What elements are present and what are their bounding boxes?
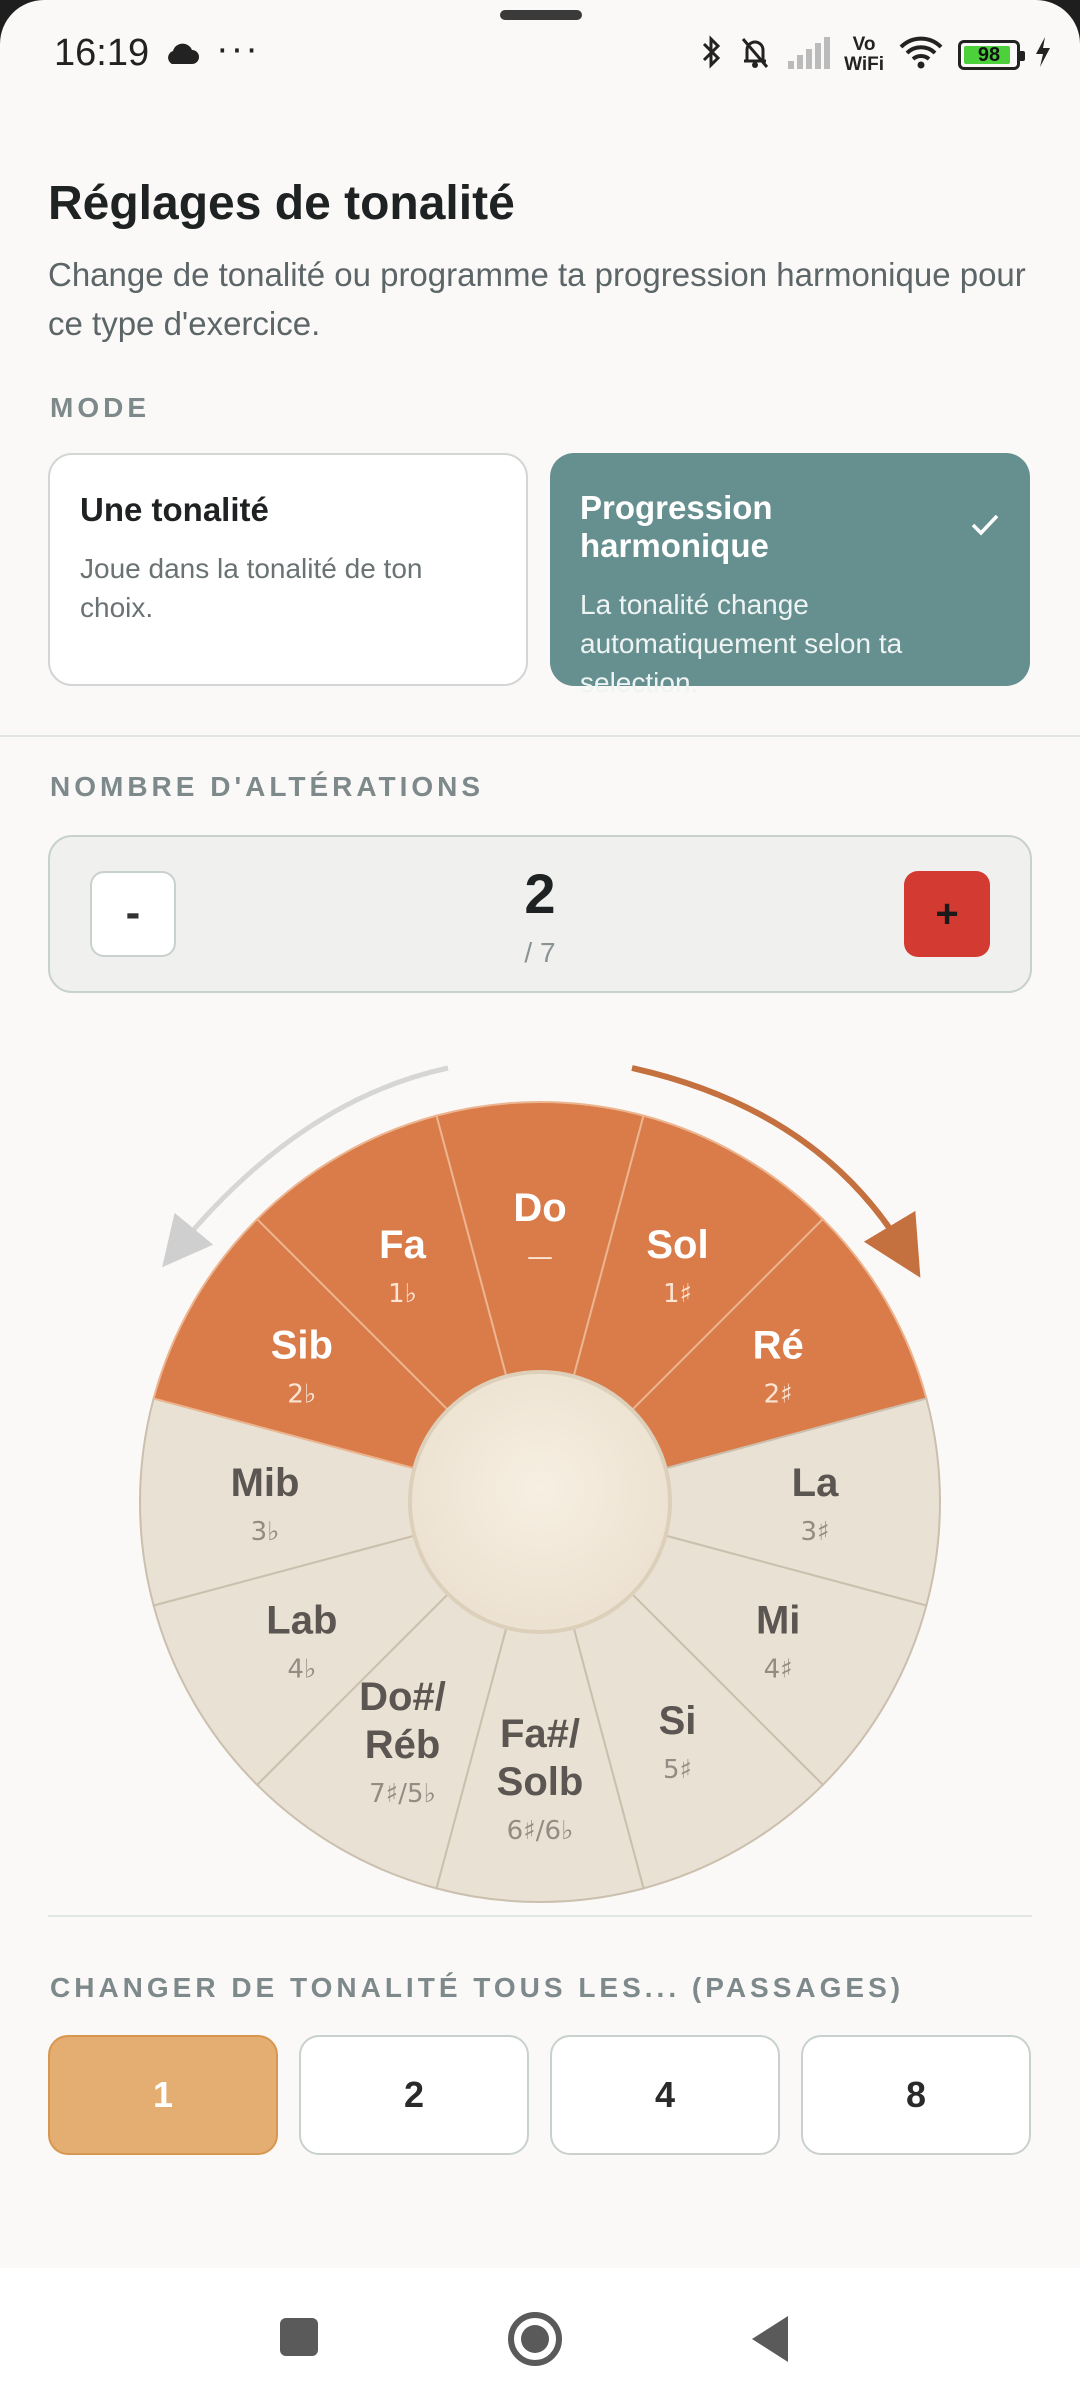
mode-option-single-key[interactable]: Une tonalité Joue dans la tonalité de to… — [48, 453, 528, 686]
frequency-option-2[interactable]: 2 — [299, 2035, 529, 2155]
mode-label: MODE — [50, 392, 150, 423]
overflow-dots: ··· — [216, 28, 260, 70]
divider — [48, 1915, 1032, 1917]
signal-icon — [786, 35, 831, 74]
charging-bolt-icon — [1034, 36, 1052, 73]
alterations-stepper: - 2 / 7 + — [48, 835, 1032, 993]
key-accidentals: 1♭ — [388, 1279, 417, 1309]
frequency-option-8[interactable]: 8 — [801, 2035, 1031, 2155]
bell-muted-icon — [738, 34, 772, 75]
status-icons: Vo WiFi 98 — [700, 34, 1052, 75]
key-accidentals: 6♯/6♭ — [507, 1816, 574, 1846]
page-subtitle: Change de tonalité ou programme ta progr… — [48, 256, 1026, 342]
alterations-max: / 7 — [524, 937, 556, 968]
key-name: Mi — [756, 1599, 800, 1643]
key-name: Fa#/ — [500, 1712, 580, 1756]
mode-option-title: Une tonalité — [80, 491, 269, 528]
key-name: Fa — [379, 1223, 426, 1267]
mode-option-progression[interactable]: Progression harmonique La tonalité chang… — [550, 453, 1030, 698]
mode-option-title: Progression harmonique — [580, 489, 773, 564]
key-name: Mib — [231, 1461, 300, 1505]
page-title: Réglages de tonalité — [48, 177, 515, 230]
check-icon — [970, 508, 1000, 546]
key-name: Sib — [271, 1324, 333, 1368]
circle-of-fifths: Do — Sol 1♯ Ré 2♯ La 3♯ Mi 4♯ Si 5♯ Fa#/Solb 6♯/6♭ Do#… — [139, 1065, 941, 1903]
key-name: La — [792, 1461, 839, 1505]
back-button-icon[interactable] — [748, 2314, 792, 2369]
mode-option-description: Joue dans la tonalité de ton choix. — [80, 553, 423, 623]
mode-option-description: La tonalité change automatiquement selon… — [580, 589, 903, 698]
alterations-label: NOMBRE D'ALTÉRATIONS — [50, 771, 485, 802]
home-button-icon[interactable] — [506, 2310, 564, 2373]
key-accidentals: 4♭ — [287, 1655, 316, 1685]
key-name: Si — [659, 1699, 697, 1743]
key-accidentals: 1♯ — [663, 1279, 692, 1309]
key-accidentals: — — [527, 1242, 553, 1272]
wheel-center — [408, 1370, 672, 1634]
key-name: Do#/ — [359, 1675, 446, 1719]
key-accidentals: 2♭ — [287, 1380, 316, 1410]
divider — [0, 735, 1080, 737]
recents-button-icon[interactable] — [278, 2316, 320, 2363]
key-accidentals: 4♯ — [764, 1655, 793, 1685]
battery-level: 98 — [977, 43, 1001, 66]
status-bar: 16:19 ··· Vo WiFi 98 — [0, 28, 1080, 80]
key-accidentals: 7♯/5♭ — [369, 1779, 436, 1809]
wifi-icon — [898, 35, 944, 74]
key-accidentals: 2♯ — [764, 1380, 793, 1410]
key-accidentals: 3♭ — [251, 1517, 280, 1547]
key-name: Ré — [753, 1324, 804, 1368]
frequency-label: CHANGER DE TONALITÉ TOUS LES... (PASSAGE… — [50, 1972, 905, 2003]
increment-button[interactable]: + — [904, 871, 990, 957]
key-name: Do — [513, 1186, 566, 1230]
camera-pill — [500, 10, 582, 20]
key-name: Lab — [266, 1599, 337, 1643]
cloud-icon — [164, 42, 200, 71]
app-screen: 16:19 ··· Vo WiFi 98 Réglages de tonalit… — [0, 0, 1080, 2400]
key-name: Solb — [497, 1760, 584, 1804]
bluetooth-icon — [700, 34, 724, 75]
alterations-value: 2 — [524, 862, 556, 925]
key-accidentals: 5♯ — [663, 1755, 692, 1785]
vowifi-icon: Vo WiFi — [844, 33, 884, 75]
frequency-option-1[interactable]: 1 — [48, 2035, 278, 2155]
battery-icon: 98 — [958, 39, 1025, 70]
frequency-option-4[interactable]: 4 — [550, 2035, 780, 2155]
key-name: Réb — [365, 1723, 441, 1767]
key-accidentals: 3♯ — [800, 1517, 829, 1547]
key-name: Sol — [646, 1223, 708, 1267]
status-time: 16:19 — [54, 32, 150, 74]
navigation-bar — [0, 2268, 1080, 2400]
